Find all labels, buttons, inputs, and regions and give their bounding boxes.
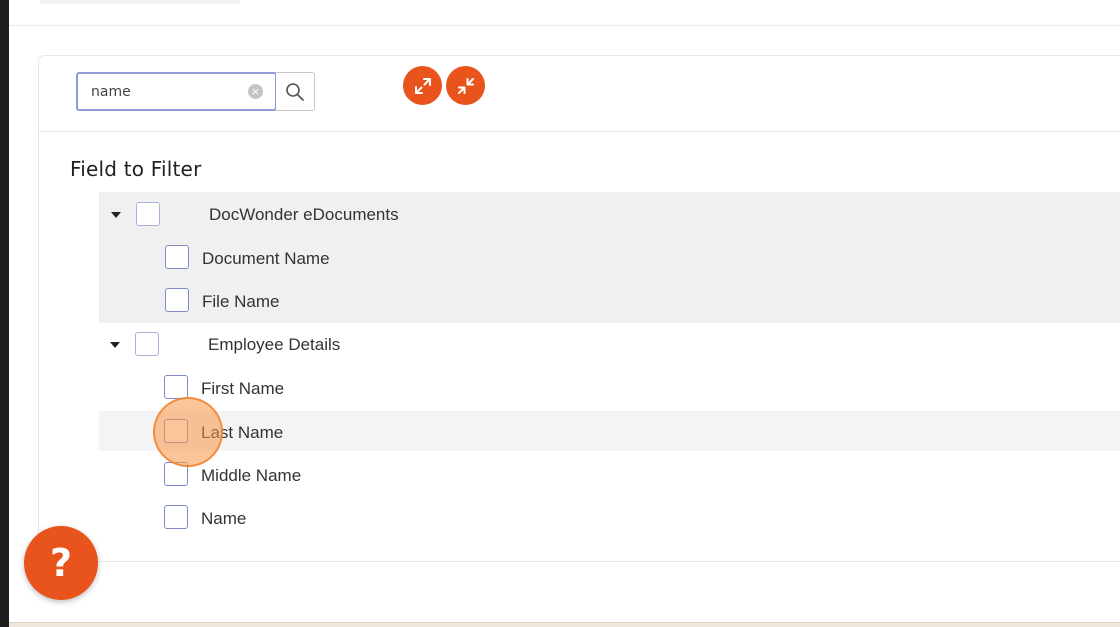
group-label: Employee Details [208, 335, 341, 354]
click-indicator [153, 397, 223, 467]
item-label: Name [201, 509, 247, 528]
item-label: Document Name [202, 249, 330, 268]
item-checkbox[interactable] [165, 288, 189, 312]
search-input[interactable] [76, 72, 277, 111]
section-title: Field to Filter [70, 157, 202, 181]
top-header-remnant [40, 0, 240, 4]
tree-item-row[interactable]: File Name [99, 280, 1120, 320]
search-icon [286, 82, 304, 101]
caret-down-icon[interactable] [110, 342, 120, 348]
tree-item-row[interactable]: Name [99, 497, 1120, 537]
tree-item-row[interactable]: Middle Name [99, 454, 1120, 494]
tree-item-row[interactable]: Document Name [99, 237, 1120, 277]
window-left-edge [0, 0, 9, 627]
caret-down-icon[interactable] [111, 212, 121, 218]
group-checkbox[interactable] [136, 202, 160, 226]
tree-group-row[interactable]: DocWonder eDocuments [99, 194, 1120, 234]
item-checkbox[interactable] [164, 505, 188, 529]
expand-arrows-icon [414, 77, 431, 94]
tree-item-row[interactable]: Last Name [99, 411, 1120, 451]
tree-group-row[interactable]: Employee Details [99, 324, 1120, 364]
collapse-arrows-icon [457, 77, 474, 94]
tree-item-row[interactable]: First Name [99, 367, 1120, 407]
group-label: DocWonder eDocuments [209, 205, 399, 224]
item-label: Middle Name [201, 466, 302, 485]
group-checkbox[interactable] [135, 332, 159, 356]
collapse-all-button[interactable] [446, 66, 485, 105]
help-button[interactable]: ? [24, 526, 98, 600]
search-button[interactable] [276, 72, 315, 111]
item-label: First Name [201, 379, 285, 398]
item-checkbox[interactable] [165, 245, 189, 269]
expand-all-button[interactable] [403, 66, 442, 105]
item-checkbox[interactable] [164, 375, 188, 399]
search-box: × [76, 72, 315, 111]
item-label: File Name [202, 292, 280, 311]
card-header-divider [39, 131, 1120, 132]
clear-search-icon[interactable]: × [248, 84, 263, 99]
window-bottom-border [9, 622, 1120, 627]
header-divider [9, 25, 1120, 26]
